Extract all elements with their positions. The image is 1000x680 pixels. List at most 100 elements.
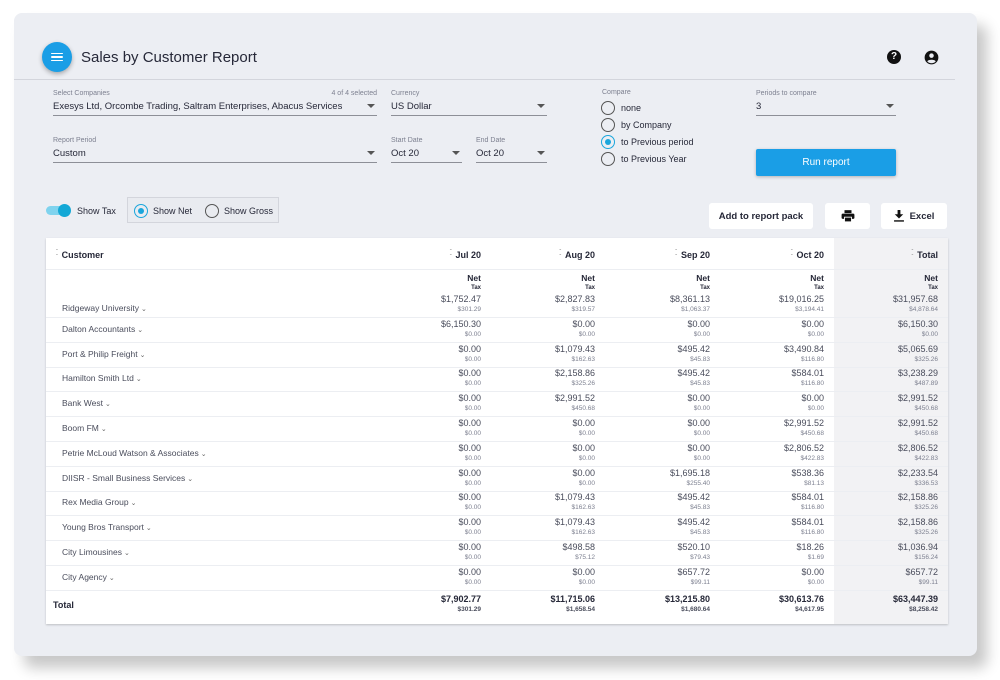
table-row[interactable]: Ridgeway University ⌄ $1,752.47 $301.29 $2,8…	[46, 293, 948, 318]
cell-jul: $0.00 $0.00	[391, 344, 481, 363]
end-date-dropdown[interactable]: End Date Oct 20	[476, 137, 547, 163]
chevron-down-icon: ⌄	[145, 525, 152, 533]
customer-name[interactable]: Dalton Accountants ⌄	[62, 324, 143, 334]
table-row[interactable]: City Agency ⌄ $0.00 $0.00 $0.00 $0.00 $657.72 $…	[46, 566, 948, 591]
tax-value: $45.83	[690, 529, 710, 537]
customer-label: DIISR - Small Business Services	[62, 472, 186, 483]
table-row[interactable]: Port & Philip Freight ⌄ $0.00 $0.00 $1,079.4…	[46, 343, 948, 368]
customer-name[interactable]: City Limousines ⌄	[62, 547, 130, 557]
chevron-down-icon	[367, 151, 375, 155]
customer-name[interactable]: Young Bros Transport ⌄	[62, 522, 152, 532]
tax-value: $3,194.41	[795, 306, 824, 313]
radio-button[interactable]	[601, 101, 615, 115]
column-header-jul[interactable]: ˆ ˇ Jul 20	[421, 250, 481, 261]
table-row[interactable]: DIISR - Small Business Services ⌄ $0.00 $0.…	[46, 467, 948, 492]
run-report-button[interactable]: Run report	[756, 149, 896, 176]
report-period-dropdown[interactable]: Report Period Custom	[53, 137, 377, 163]
customer-name[interactable]: Petrie McLoud Watson & Associates ⌄	[62, 448, 207, 458]
column-header-sep[interactable]: ˆ ˇ Sep 20	[650, 250, 710, 261]
net-value: $0.00	[572, 467, 595, 478]
net-value: $0.00	[801, 318, 824, 329]
cell-total: $5,065.69 $325.26	[848, 344, 938, 363]
select-companies-value: Exesys Ltd, Orcombe Trading, Saltram Ent…	[53, 101, 343, 112]
net-value: $0.00	[687, 442, 710, 453]
net-value: $1,752.47	[440, 294, 481, 304]
table-row[interactable]: Hamilton Smith Ltd ⌄ $0.00 $0.00 $2,158.86 $3…	[46, 367, 948, 393]
account-circle-icon[interactable]	[924, 50, 939, 65]
net-value: $3,490.84	[783, 343, 824, 354]
show-net-option[interactable]: Show Net	[134, 204, 192, 218]
net-value: $18.26	[796, 542, 824, 552]
table-row[interactable]: Young Bros Transport ⌄ $0.00 $0.00 $1,079.43…	[46, 516, 948, 542]
net-value: $0.00	[458, 442, 481, 453]
customer-name[interactable]: Ridgeway University ⌄	[62, 303, 147, 313]
column-header-oct[interactable]: ˆ ˇ Oct 20	[764, 250, 824, 261]
customer-name[interactable]: Port & Philip Freight ⌄	[62, 349, 145, 359]
header-label: Jul 20	[455, 250, 481, 260]
show-tax-toggle[interactable]	[46, 204, 72, 217]
cell-sep: $495.42 $45.83	[620, 517, 710, 536]
radio-button-selected[interactable]	[601, 135, 615, 149]
table-row[interactable]: Rex Media Group ⌄ $0.00 $0.00 $1,079.43 $162.…	[46, 491, 948, 517]
cell-aug: $498.58 $75.12	[505, 542, 595, 561]
customer-name[interactable]: Bank West ⌄	[62, 398, 111, 408]
show-gross-option[interactable]: Show Gross	[205, 204, 273, 218]
total-net-value: $63,447.39	[892, 593, 938, 604]
table-row[interactable]: Boom FM ⌄ $0.00 $0.00 $0.00 $0.00 $0.00 $0.00 $2…	[46, 417, 948, 442]
tax-value: $0.00	[578, 479, 595, 487]
table-row[interactable]: Bank West ⌄ $0.00 $0.00 $2,991.52 $450.68 $0.0…	[46, 392, 948, 418]
tax-value: $0.00	[921, 330, 938, 338]
radio-button[interactable]	[601, 152, 615, 166]
tax-value: $0.00	[693, 405, 710, 413]
column-header-total[interactable]: ˆ ˇ Total	[878, 250, 938, 261]
customer-name[interactable]: Hamilton Smith Ltd ⌄	[62, 373, 142, 383]
total-row: Total $7,902.77 $301.29 $11,715.06 $1,658.54…	[46, 593, 948, 618]
compare-option-by-company[interactable]: by Company	[601, 118, 672, 132]
table-row[interactable]: Dalton Accountants ⌄ $6,150.30 $0.00 $0.00 $0…	[46, 318, 948, 343]
net-value: $584.01	[791, 517, 824, 528]
tax-subheader: Tax	[471, 285, 481, 291]
tax-value: $0.00	[464, 355, 481, 363]
chevron-down-icon: ⌄	[135, 376, 142, 384]
radio-button[interactable]	[601, 118, 615, 132]
total-cell-sep: $13,215.80 $1,680.64	[620, 594, 710, 613]
column-header-customer[interactable]: ˆˇ Customer	[56, 250, 104, 261]
help-circle-icon[interactable]: ?	[887, 50, 901, 64]
radio-button[interactable]	[205, 204, 219, 218]
select-companies-dropdown[interactable]: Select Companies 4 of 4 selected Exesys …	[53, 90, 377, 116]
total-tax-value: $301.29	[457, 605, 482, 613]
compare-option-previous-year[interactable]: to Previous Year	[601, 152, 687, 166]
customer-name[interactable]: Boom FM ⌄	[62, 423, 107, 433]
print-button[interactable]	[825, 203, 870, 229]
net-value: $0.00	[572, 418, 595, 428]
excel-export-button[interactable]: Excel	[881, 203, 947, 229]
cell-total: $1,036.94 $156.24	[848, 542, 938, 561]
table-row[interactable]: Petrie McLoud Watson & Associates ⌄ $0.00 $…	[46, 442, 948, 467]
net-value: $495.42	[677, 343, 710, 354]
radio-label: to Previous period	[621, 137, 694, 147]
customer-name[interactable]: DIISR - Small Business Services ⌄	[62, 473, 193, 483]
net-value: $1,079.43	[554, 343, 595, 354]
column-header-aug[interactable]: ˆ ˇ Aug 20	[535, 250, 595, 261]
tax-value: $0.00	[578, 578, 595, 586]
radio-button-selected[interactable]	[134, 204, 148, 218]
tax-value: $99.11	[690, 578, 710, 586]
compare-option-none[interactable]: none	[601, 101, 641, 115]
customer-name[interactable]: City Agency ⌄	[62, 572, 115, 582]
tax-value: $487.89	[914, 380, 939, 388]
currency-dropdown[interactable]: Currency US Dollar	[391, 90, 547, 116]
chevron-down-icon: ⌄	[130, 500, 137, 508]
cell-oct: $538.36 $81.13	[734, 468, 824, 487]
customer-name[interactable]: Rex Media Group ⌄	[62, 497, 137, 507]
cell-jul: $0.00 $0.00	[391, 443, 481, 462]
tax-value: $325.26	[571, 380, 596, 388]
add-to-report-pack-button[interactable]: Add to report pack	[709, 203, 813, 229]
cell-total: $2,806.52 $422.83	[848, 443, 938, 462]
table-row[interactable]: City Limousines ⌄ $0.00 $0.00 $498.58 $75.12 $…	[46, 541, 948, 566]
total-cell-oct: $30,613.76 $4,617.95	[734, 594, 824, 613]
menu-button[interactable]	[42, 42, 72, 72]
periods-to-compare-dropdown[interactable]: Periods to compare 3	[756, 90, 896, 116]
net-subheader: Net	[924, 273, 938, 283]
start-date-dropdown[interactable]: Start Date Oct 20	[391, 137, 462, 163]
compare-option-previous-period[interactable]: to Previous period	[601, 135, 694, 149]
